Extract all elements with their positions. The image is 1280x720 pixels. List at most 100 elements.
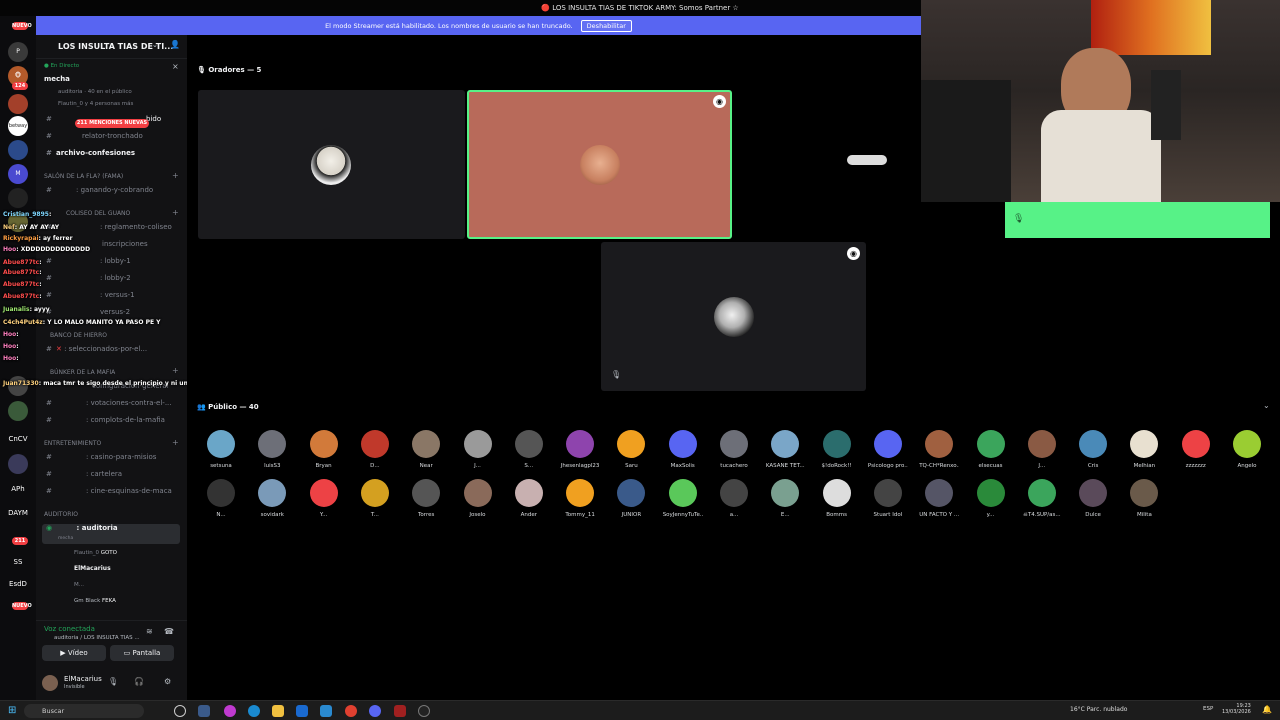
audience-member[interactable]: N... xyxy=(201,479,241,518)
audience-member[interactable]: Saru xyxy=(611,430,651,469)
screen-share-button[interactable]: ▭ Pantalla xyxy=(110,645,174,661)
audience-member[interactable]: Cris xyxy=(1073,430,1113,469)
chrome-icon[interactable] xyxy=(345,705,357,717)
audience-member[interactable]: UN FACTO Y ... xyxy=(919,479,959,518)
notification-icon[interactable]: 🔔 xyxy=(1262,705,1272,714)
member-item[interactable]: M... xyxy=(74,582,84,588)
server-label[interactable]: CnCV xyxy=(2,429,34,449)
guild-header[interactable]: LOS INSULTA TIAS DE TI... ⌄ 👤 xyxy=(36,35,187,59)
channel-item[interactable]: #: cine-esquinas-de-maca xyxy=(46,487,172,495)
chevron-down-icon[interactable]: ⌄ xyxy=(1263,401,1270,410)
folder-icon[interactable] xyxy=(272,705,284,717)
audience-member[interactable]: TQ-CH*Renxo... xyxy=(919,430,959,469)
audience-member[interactable]: a... xyxy=(714,479,754,518)
speaker-tile[interactable]: ◉ 🎙 xyxy=(601,242,866,391)
audience-member[interactable]: Stuart Idol xyxy=(868,479,908,518)
speaker-tile[interactable] xyxy=(198,90,465,239)
audience-member[interactable]: y... xyxy=(971,479,1011,518)
channel-item[interactable]: #: votaciones-contra-el-... xyxy=(46,399,172,407)
audience-member[interactable]: D... xyxy=(355,430,395,469)
add-channel-icon[interactable]: + xyxy=(172,438,179,447)
server-icon[interactable] xyxy=(8,454,28,474)
audience-member[interactable]: sovidark xyxy=(252,479,292,518)
audience-member[interactable]: Melhian xyxy=(1124,430,1164,469)
speaker-tile[interactable] xyxy=(734,90,921,239)
audience-member[interactable]: Bomms xyxy=(817,479,857,518)
audience-member[interactable]: JUNIOR xyxy=(611,479,651,518)
disconnect-icon[interactable]: ☎ xyxy=(164,627,174,636)
edge-icon[interactable] xyxy=(248,705,260,717)
audience-member[interactable]: J... xyxy=(1022,430,1062,469)
channel-item-active[interactable]: ◉ : auditoria xyxy=(42,524,180,544)
audience-member[interactable]: tucachero xyxy=(714,430,754,469)
obs-icon[interactable] xyxy=(394,705,406,717)
server-icon[interactable]: betway xyxy=(8,116,28,136)
copilot-icon[interactable] xyxy=(224,705,236,717)
audience-member[interactable]: zzzzzzz xyxy=(1176,430,1216,469)
headphones-icon[interactable]: 🎧 xyxy=(134,677,144,686)
close-icon[interactable]: × xyxy=(172,62,179,71)
store-icon[interactable] xyxy=(296,705,308,717)
disable-streamer-button[interactable]: Deshabilitar xyxy=(580,19,632,32)
audience-member[interactable]: setsuna xyxy=(201,430,241,469)
audience-member[interactable]: E... xyxy=(765,479,805,518)
mail-icon[interactable] xyxy=(320,705,332,717)
microphone-icon[interactable]: 🎙 xyxy=(108,677,118,686)
channel-item[interactable]: # relator-tronchado xyxy=(46,132,143,140)
channel-item[interactable]: #: cartelera xyxy=(46,470,122,478)
gear-icon[interactable]: ⚙ xyxy=(164,677,171,686)
live-user[interactable]: mecha xyxy=(44,75,70,83)
member-item[interactable]: Flautin_0 GOTO xyxy=(74,550,117,556)
channel-item[interactable]: #: ganando-y-cobrando xyxy=(46,186,153,194)
channel-item[interactable]: #: complots-de-la-mafia xyxy=(46,416,165,424)
server-icon[interactable]: P xyxy=(8,42,28,62)
audience-member[interactable]: Psicologo pro... xyxy=(868,430,908,469)
taskbar-search[interactable]: Buscar xyxy=(24,704,144,718)
audience-member[interactable]: elsecuas xyxy=(971,430,1011,469)
video-button[interactable]: ▶ Vídeo xyxy=(42,645,106,661)
server-icon[interactable] xyxy=(8,401,28,421)
audience-member[interactable]: Milita xyxy=(1124,479,1164,518)
audience-member[interactable]: Joselo xyxy=(458,479,498,518)
server-label[interactable]: EsdD xyxy=(2,574,34,594)
audience-member[interactable]: T... xyxy=(355,479,395,518)
server-icon[interactable] xyxy=(8,94,28,114)
category-header[interactable]: SALÓN DE LA FLA? (FAMA) xyxy=(44,173,123,180)
widgets-icon[interactable] xyxy=(198,705,210,717)
audience-member[interactable]: Dulce xyxy=(1073,479,1113,518)
weather[interactable]: 16°C Parc. nublado xyxy=(1070,706,1127,713)
audience-member[interactable]: ☠T4.SUP/as... xyxy=(1022,479,1062,518)
member-item[interactable]: ElMacarius xyxy=(74,565,111,572)
add-member-icon[interactable]: 👤 xyxy=(170,40,180,49)
audience-member[interactable]: MaxSolis xyxy=(663,430,703,469)
audience-member[interactable]: Tommy_11 xyxy=(560,479,600,518)
server-label[interactable]: SS xyxy=(2,552,34,572)
server-label[interactable]: APh xyxy=(2,479,34,499)
app-icon[interactable] xyxy=(418,705,430,717)
voice-path[interactable]: auditoria / LOS INSULTA TIAS ... xyxy=(54,635,140,641)
task-view-icon[interactable] xyxy=(174,705,186,717)
speaker-tile-active[interactable]: ◉ xyxy=(467,90,732,239)
audience-member[interactable]: Torres xyxy=(406,479,446,518)
server-label[interactable]: DAYM xyxy=(2,503,34,523)
audience-member[interactable]: Ander xyxy=(509,479,549,518)
audience-member[interactable]: Near xyxy=(406,430,446,469)
audience-member[interactable]: J... xyxy=(458,430,498,469)
language[interactable]: ESP xyxy=(1203,706,1213,712)
server-icon[interactable] xyxy=(8,140,28,160)
audience-member[interactable]: Angelo xyxy=(1227,430,1267,469)
channel-item[interactable]: #: casino-para-misios xyxy=(46,453,156,461)
audience-member[interactable]: SoyJennyTuTe... xyxy=(663,479,703,518)
audience-member[interactable]: $!doRock!! xyxy=(817,430,857,469)
audience-member[interactable]: Jhesenlagpl23 xyxy=(560,430,600,469)
audience-member[interactable]: KASANE TET... xyxy=(765,430,805,469)
server-icon[interactable]: M xyxy=(8,164,28,184)
category-header[interactable]: ENTRETENIMIENTO xyxy=(44,440,101,447)
audience-member[interactable]: S... xyxy=(509,430,549,469)
audience-member[interactable]: Bryan xyxy=(304,430,344,469)
audience-member[interactable]: luisS3 xyxy=(252,430,292,469)
channel-item[interactable]: # archivo-confesiones xyxy=(46,149,135,157)
new-mentions-pill[interactable]: 211 MENCIONES NUEVAS xyxy=(75,119,149,128)
audience-member[interactable]: Y... xyxy=(304,479,344,518)
category-header[interactable]: AUDITORIO xyxy=(44,511,78,518)
